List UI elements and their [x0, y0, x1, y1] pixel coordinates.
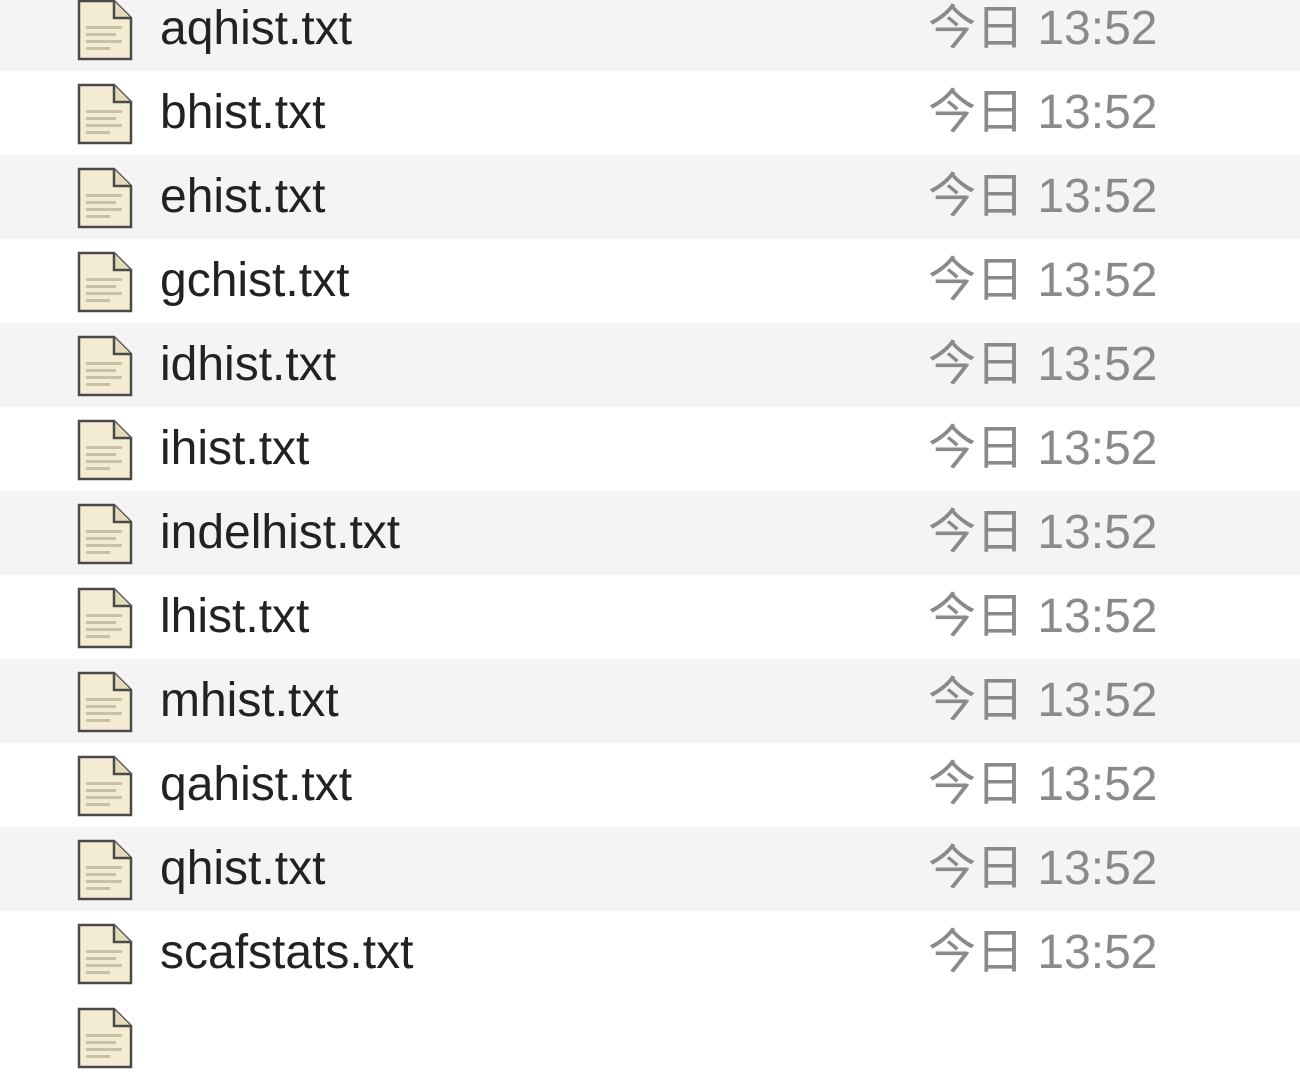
text-document-icon — [76, 251, 134, 313]
file-modified-date: 今日 13:52 — [928, 926, 1158, 979]
file-row[interactable]: qhist.txt 今日 13:52 — [0, 827, 1300, 911]
file-name: indelhist.txt — [160, 506, 401, 559]
file-modified-date: 今日 13:52 — [928, 506, 1158, 559]
file-row-partial[interactable] — [0, 995, 1300, 1069]
file-modified-date: 今日 13:52 — [928, 674, 1158, 727]
text-document-icon — [76, 419, 134, 481]
text-document-icon — [76, 503, 134, 565]
file-modified-date: 今日 13:52 — [928, 590, 1158, 643]
file-modified-date: 今日 13:52 — [928, 170, 1158, 223]
file-row[interactable]: aqhist.txt 今日 13:52 — [0, 0, 1300, 71]
text-document-icon — [76, 671, 134, 733]
text-document-icon — [76, 923, 134, 985]
file-row[interactable]: ihist.txt 今日 13:52 — [0, 407, 1300, 491]
file-row[interactable]: mhist.txt 今日 13:52 — [0, 659, 1300, 743]
file-modified-date: 今日 13:52 — [928, 842, 1158, 895]
text-document-icon — [76, 587, 134, 649]
file-row[interactable]: scafstats.txt 今日 13:52 — [0, 911, 1300, 995]
file-list: aqhist.txt 今日 13:52 bhist.txt 今日 13:52 ehi… — [0, 0, 1300, 1069]
text-document-icon — [76, 83, 134, 145]
file-row[interactable]: indelhist.txt 今日 13:52 — [0, 491, 1300, 575]
file-name: aqhist.txt — [160, 2, 353, 55]
file-row[interactable]: lhist.txt 今日 13:52 — [0, 575, 1300, 659]
file-name: ihist.txt — [160, 422, 310, 475]
file-name: lhist.txt — [160, 590, 310, 643]
file-row[interactable]: gchist.txt 今日 13:52 — [0, 239, 1300, 323]
text-document-icon — [76, 1007, 134, 1069]
text-document-icon — [76, 0, 134, 61]
file-row[interactable]: idhist.txt 今日 13:52 — [0, 323, 1300, 407]
file-row[interactable]: qahist.txt 今日 13:52 — [0, 743, 1300, 827]
text-document-icon — [76, 755, 134, 817]
file-name: ehist.txt — [160, 170, 326, 223]
file-name: scafstats.txt — [160, 926, 414, 979]
file-name: idhist.txt — [160, 338, 337, 391]
file-modified-date: 今日 13:52 — [928, 758, 1158, 811]
file-name: qahist.txt — [160, 758, 353, 811]
file-modified-date: 今日 13:52 — [928, 2, 1158, 55]
text-document-icon — [76, 167, 134, 229]
file-modified-date: 今日 13:52 — [928, 86, 1158, 139]
text-document-icon — [76, 335, 134, 397]
file-name: qhist.txt — [160, 842, 326, 895]
file-modified-date: 今日 13:52 — [928, 338, 1158, 391]
file-modified-date: 今日 13:52 — [928, 254, 1158, 307]
file-name: bhist.txt — [160, 86, 326, 139]
file-modified-date: 今日 13:52 — [928, 422, 1158, 475]
file-name: gchist.txt — [160, 254, 350, 307]
file-row[interactable]: ehist.txt 今日 13:52 — [0, 155, 1300, 239]
text-document-icon — [76, 839, 134, 901]
file-name: mhist.txt — [160, 674, 339, 727]
file-row[interactable]: bhist.txt 今日 13:52 — [0, 71, 1300, 155]
